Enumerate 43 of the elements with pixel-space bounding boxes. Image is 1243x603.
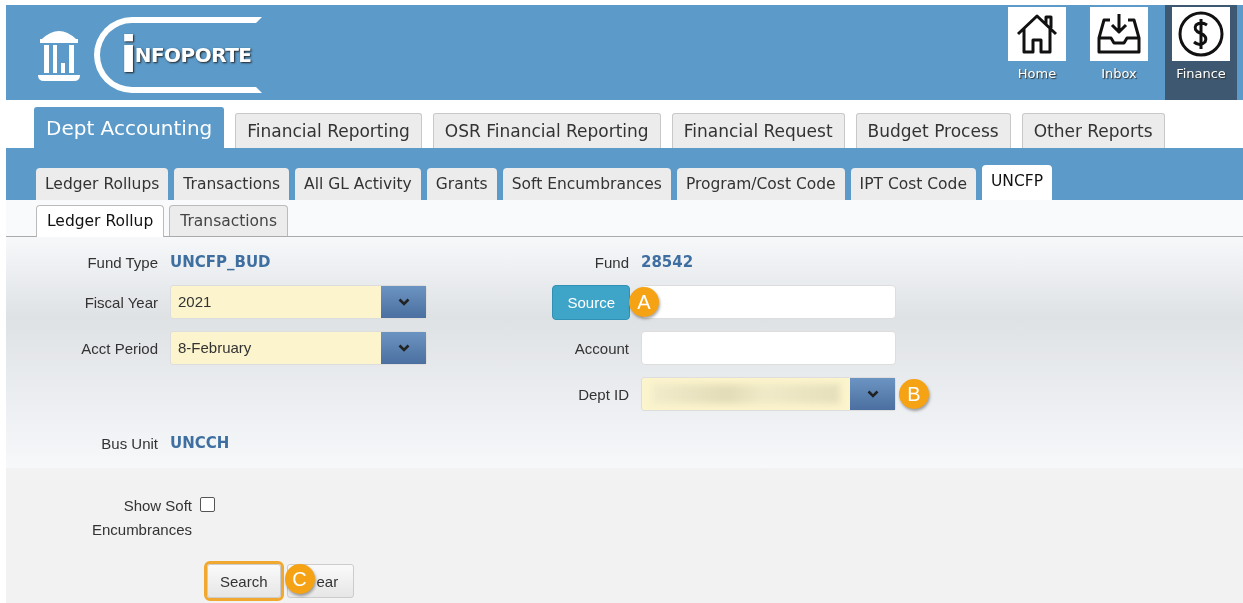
view-tab[interactable]: Transactions bbox=[169, 205, 288, 236]
input-field[interactable] bbox=[641, 331, 896, 365]
sub-tab[interactable]: Ledger Rollups bbox=[36, 168, 169, 200]
sub-tab[interactable]: Program/Cost Code bbox=[676, 168, 845, 200]
dropdown[interactable]: 8-February bbox=[170, 331, 427, 365]
field-label: Bus Unit bbox=[100, 434, 158, 452]
main-tab[interactable]: Financial Request bbox=[671, 113, 845, 148]
main-tab[interactable]: Budget Process bbox=[855, 113, 1011, 148]
field-label: Fund Type bbox=[86, 253, 158, 271]
form-button[interactable]: Search bbox=[207, 564, 281, 598]
callout-badge: A bbox=[629, 287, 659, 317]
callout-badge: B bbox=[899, 379, 929, 409]
nav-button[interactable]: Finance bbox=[1165, 5, 1237, 100]
chevron-down-icon bbox=[397, 344, 410, 352]
sub-tab[interactable]: All GL Activity bbox=[295, 168, 421, 200]
field-label: Fund bbox=[593, 253, 629, 271]
dollar-icon bbox=[1177, 10, 1225, 58]
main-tab[interactable]: Financial Reporting bbox=[235, 113, 422, 148]
house-icon bbox=[1014, 12, 1060, 56]
chevron-down-icon bbox=[866, 390, 879, 398]
sub-tab[interactable]: UNCFP bbox=[981, 165, 1052, 200]
dropdown[interactable]: 2021 bbox=[170, 285, 427, 319]
sub-tab[interactable]: IPT Cost Code bbox=[850, 168, 976, 200]
field-label: Acct Period bbox=[80, 339, 158, 357]
main-tab[interactable]: Other Reports bbox=[1021, 113, 1165, 148]
field-value: 28542 bbox=[641, 253, 694, 271]
checkbox-label: Encumbrances bbox=[91, 520, 192, 540]
sub-tab[interactable]: Transactions bbox=[174, 168, 290, 200]
callout-badge: C bbox=[284, 564, 315, 594]
chevron-down-icon bbox=[397, 298, 410, 306]
main-tab[interactable]: OSR Financial Reporting bbox=[432, 113, 661, 148]
field-value: UNCFP_BUD bbox=[170, 253, 271, 271]
field-label: Fiscal Year bbox=[83, 293, 158, 311]
sub-tab[interactable]: Soft Encumbrances bbox=[502, 168, 671, 200]
field-label: Dept ID bbox=[577, 385, 629, 403]
checkbox-label: Show Soft bbox=[123, 496, 192, 516]
sub-tab[interactable]: Grants bbox=[426, 168, 497, 200]
checkbox[interactable] bbox=[200, 497, 215, 512]
dropdown[interactable] bbox=[641, 377, 896, 411]
field-value: UNCCH bbox=[170, 434, 230, 452]
field-label: Account bbox=[573, 339, 629, 357]
inbox-icon bbox=[1096, 12, 1142, 56]
view-tab[interactable]: Ledger Rollup bbox=[36, 205, 165, 237]
